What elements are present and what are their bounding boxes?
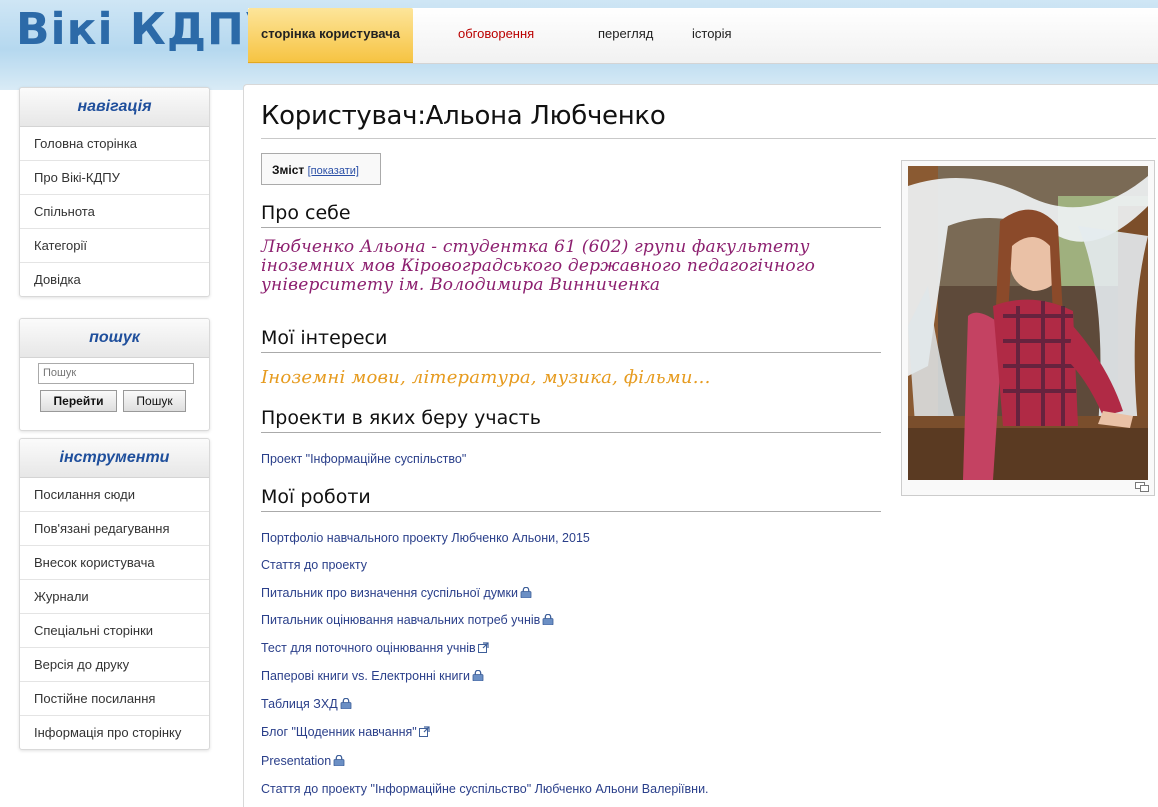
nav-item-about[interactable]: Про Вікі-КДПУ bbox=[20, 161, 209, 195]
profile-photo[interactable] bbox=[908, 166, 1148, 480]
interests-text: Іноземні мови, література, музика, фільм… bbox=[261, 367, 711, 388]
tools-item-contributions[interactable]: Внесок користувача bbox=[20, 546, 209, 580]
work-link[interactable]: Паперові книги vs. Електронні книги bbox=[261, 669, 484, 683]
work-link[interactable]: Портфоліо навчального проекту Любченко А… bbox=[261, 531, 590, 545]
lock-icon bbox=[520, 587, 532, 598]
work-link[interactable]: Таблиця ЗХД bbox=[261, 697, 352, 711]
search-body: Перейти Пошук bbox=[20, 358, 209, 430]
tools-title: інструменти bbox=[20, 439, 209, 478]
lock-icon bbox=[542, 614, 554, 625]
work-link[interactable]: Стаття до проекту "Інформаційне суспільс… bbox=[261, 782, 709, 796]
table-of-contents: Зміст [показати] bbox=[261, 153, 381, 185]
search-input[interactable] bbox=[38, 363, 194, 384]
work-link-text: Стаття до проекту bbox=[261, 558, 368, 572]
interests-heading: Мої інтереси bbox=[261, 327, 881, 353]
work-link-text: Тест для поточного оцінювання учнів bbox=[261, 641, 476, 655]
page-tabs: сторінка користувача обговорення перегля… bbox=[248, 8, 1158, 64]
navigation-title: навігація bbox=[20, 88, 209, 127]
work-link[interactable]: Стаття до проекту bbox=[261, 558, 367, 572]
nav-item-community[interactable]: Спільнота bbox=[20, 195, 209, 229]
page-title: Користувач:Альона Любченко bbox=[261, 101, 1156, 139]
tools-panel: інструменти Посилання сюди Пов'язані ред… bbox=[19, 438, 210, 750]
tools-item-page-info[interactable]: Інформація про сторінку bbox=[20, 716, 209, 749]
toc-toggle-link[interactable]: [показати] bbox=[308, 165, 359, 177]
work-link-text: Presentation bbox=[261, 754, 332, 768]
toc-label: Зміст bbox=[272, 163, 305, 177]
tab-view[interactable]: перегляд bbox=[598, 8, 653, 63]
about-text: Любченко Альона - студентка 61 (602) гру… bbox=[261, 237, 816, 295]
search-title: пошук bbox=[20, 319, 209, 358]
search-panel: пошук Перейти Пошук bbox=[19, 318, 210, 431]
tools-item-what-links-here[interactable]: Посилання сюди bbox=[20, 478, 209, 512]
work-link-text: Стаття до проекту "Інформаційне суспільс… bbox=[261, 782, 709, 796]
tab-user-page[interactable]: сторінка користувача bbox=[248, 8, 413, 63]
tools-item-permanent-link[interactable]: Постійне посилання bbox=[20, 682, 209, 716]
work-link-text: Таблиця ЗХД bbox=[261, 697, 338, 711]
work-link[interactable]: Блог "Щоденник навчання" bbox=[261, 725, 430, 739]
works-heading: Мої роботи bbox=[261, 486, 881, 512]
work-link[interactable]: Presentation bbox=[261, 754, 345, 768]
tools-item-special-pages[interactable]: Спеціальні сторінки bbox=[20, 614, 209, 648]
tab-talk[interactable]: обговорення bbox=[458, 8, 534, 63]
tools-item-related-changes[interactable]: Пов'язані редагування bbox=[20, 512, 209, 546]
work-link-text: Паперові книги vs. Електронні книги bbox=[261, 669, 471, 683]
external-link-icon bbox=[477, 642, 489, 653]
projects-heading: Проекти в яких беру участь bbox=[261, 407, 881, 433]
project-link[interactable]: Проект "Інформаційне суспільство" bbox=[261, 452, 466, 466]
work-link-text: Портфоліо навчального проекту Любченко А… bbox=[261, 531, 590, 545]
profile-photo-frame bbox=[901, 160, 1155, 496]
navigation-panel: навігація Головна сторінка Про Вікі-КДПУ… bbox=[19, 87, 210, 297]
about-heading: Про себе bbox=[261, 202, 881, 228]
site-logo[interactable]: Вікі КДПУ bbox=[16, 4, 280, 55]
tools-item-printable[interactable]: Версія до друку bbox=[20, 648, 209, 682]
lock-icon bbox=[333, 755, 345, 766]
lock-icon bbox=[340, 698, 352, 709]
work-link-text: Питальник про визначення суспільної думк… bbox=[261, 586, 518, 600]
lock-icon bbox=[472, 670, 484, 681]
tab-history[interactable]: історія bbox=[692, 8, 732, 63]
tools-item-logs[interactable]: Журнали bbox=[20, 580, 209, 614]
work-link-text: Блог "Щоденник навчання" bbox=[261, 725, 417, 739]
search-go-button[interactable]: Перейти bbox=[40, 390, 117, 412]
work-link-text: Питальник оцінювання навчальних потреб у… bbox=[261, 613, 541, 627]
nav-item-help[interactable]: Довідка bbox=[20, 263, 209, 296]
nav-item-main-page[interactable]: Головна сторінка bbox=[20, 127, 209, 161]
magnify-icon[interactable] bbox=[1135, 482, 1149, 492]
work-link[interactable]: Питальник оцінювання навчальних потреб у… bbox=[261, 613, 554, 627]
external-link-icon bbox=[418, 726, 430, 737]
work-link[interactable]: Тест для поточного оцінювання учнів bbox=[261, 641, 489, 655]
work-link[interactable]: Питальник про визначення суспільної думк… bbox=[261, 586, 532, 600]
content-area: Користувач:Альона Любченко Зміст [показа… bbox=[243, 84, 1158, 807]
nav-item-categories[interactable]: Категорії bbox=[20, 229, 209, 263]
search-button[interactable]: Пошук bbox=[123, 390, 186, 412]
